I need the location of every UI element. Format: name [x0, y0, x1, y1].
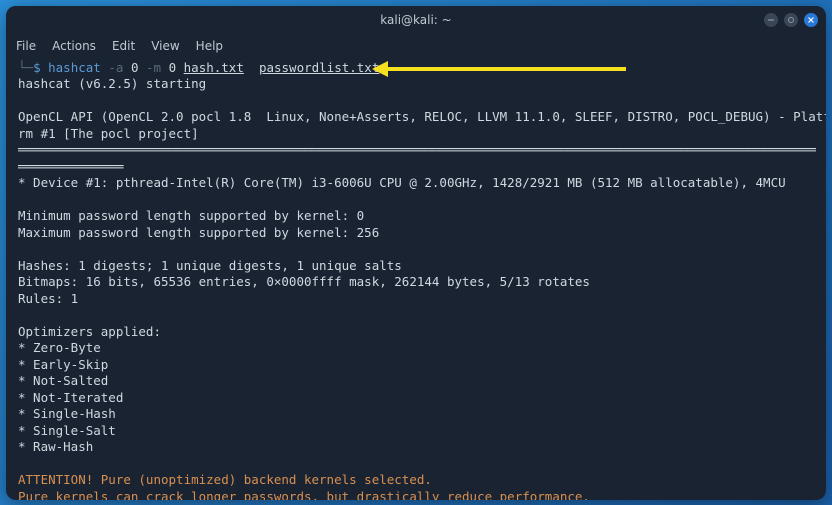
arg-wordlist: passwordlist.txt [259, 60, 379, 75]
out-sep2: ══════════════ [18, 159, 123, 174]
out-opt6: * Single-Salt [18, 423, 116, 438]
minimize-button[interactable] [764, 13, 778, 27]
menu-edit[interactable]: Edit [112, 39, 135, 53]
close-button[interactable] [804, 13, 818, 27]
out-hashes: Hashes: 1 digests; 1 unique digests, 1 u… [18, 258, 402, 273]
out-opencl2: rm #1 [The pocl project] [18, 126, 199, 141]
out-minlen: Minimum password length supported by ker… [18, 208, 364, 223]
out-warn1: ATTENTION! Pure (unoptimized) backend ke… [18, 472, 432, 487]
menu-view[interactable]: View [151, 39, 179, 53]
out-warn2: Pure kernels can crack longer passwords,… [18, 489, 590, 500]
menu-actions[interactable]: Actions [52, 39, 96, 53]
arg-hashfile: hash.txt [184, 60, 244, 75]
menu-file[interactable]: File [16, 39, 36, 53]
out-opt1: * Zero-Byte [18, 340, 101, 355]
out-opt-header: Optimizers applied: [18, 324, 161, 339]
out-device: * Device #1: pthread-Intel(R) Core(TM) i… [18, 175, 786, 190]
prompt-symbol: $ [33, 60, 41, 75]
out-opt4: * Not-Iterated [18, 390, 123, 405]
out-opt2: * Early-Skip [18, 357, 108, 372]
menu-help[interactable]: Help [196, 39, 223, 53]
out-bitmaps: Bitmaps: 16 bits, 65536 entries, 0×0000f… [18, 274, 590, 289]
out-sep1: ════════════════════════════════════════… [18, 142, 816, 157]
out-starting: hashcat (v6.2.5) starting [18, 76, 206, 91]
out-opt7: * Raw-Hash [18, 439, 93, 454]
out-maxlen: Maximum password length supported by ker… [18, 225, 379, 240]
maximize-button[interactable] [784, 13, 798, 27]
out-opencl1: OpenCL API (OpenCL 2.0 pocl 1.8 Linux, N… [18, 109, 826, 124]
minimize-icon [767, 16, 775, 24]
menubar: File Actions Edit View Help [6, 34, 826, 58]
titlebar: kali@kali: ~ [6, 6, 826, 34]
flag-m: -m [146, 60, 161, 75]
command-name: hashcat [48, 60, 101, 75]
close-icon [807, 16, 815, 24]
terminal-body[interactable]: └─$ hashcat -a 0 -m 0 hash.txt passwordl… [6, 58, 826, 500]
val-m: 0 [169, 60, 177, 75]
out-opt5: * Single-Hash [18, 406, 116, 421]
out-rules: Rules: 1 [18, 291, 78, 306]
window-controls [764, 13, 818, 27]
out-opt3: * Not-Salted [18, 373, 108, 388]
maximize-icon [787, 16, 795, 24]
val-a: 0 [131, 60, 139, 75]
flag-a: -a [108, 60, 123, 75]
prompt-tree: └─ [18, 60, 33, 75]
terminal-window: kali@kali: ~ File Actions Edit View Help… [6, 6, 826, 500]
window-title: kali@kali: ~ [380, 13, 451, 27]
